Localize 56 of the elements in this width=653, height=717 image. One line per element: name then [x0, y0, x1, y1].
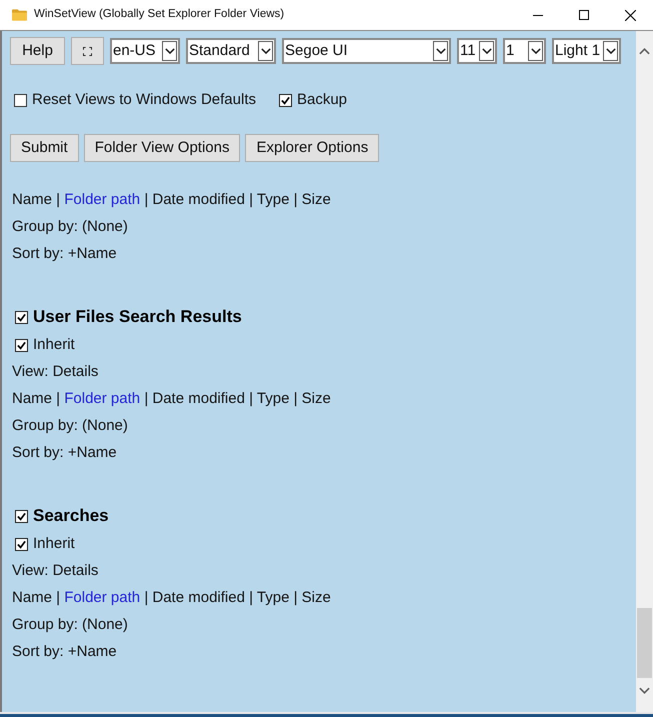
checkbox[interactable]: [15, 510, 28, 522]
checkbox-label: Inherit: [33, 335, 75, 356]
fullscreen-icon: [83, 46, 92, 56]
column-link[interactable]: Folder path: [64, 589, 140, 606]
checkbox[interactable]: [15, 339, 28, 352]
checkbox-label: Backup: [296, 90, 348, 110]
sort-by-setting: Sort by: +Name: [12, 642, 117, 662]
chevron-down-icon[interactable]: [530, 48, 540, 54]
chevron-down-icon[interactable]: [436, 48, 446, 54]
check-icon: [280, 96, 290, 104]
column-link[interactable]: Folder path: [64, 191, 140, 208]
group-by-setting: Group by: (None): [12, 416, 128, 436]
maximize-icon: [579, 10, 589, 20]
checkbox[interactable]: [278, 94, 292, 106]
column-list: Name | Folder path | Date modified | Type | Size: [12, 189, 331, 212]
chevron-down-icon[interactable]: [482, 48, 492, 54]
scrollbar-track[interactable]: [636, 31, 653, 712]
checkbox-label: Reset Views to Windows Defaults: [32, 90, 256, 110]
check-icon: [17, 540, 26, 549]
section-title: Searches: [33, 505, 109, 528]
checkbox[interactable]: [15, 538, 28, 551]
section-title: User Files Search Results: [33, 306, 242, 328]
dropdown[interactable]: Standard: [186, 38, 276, 64]
check-icon: [17, 512, 26, 520]
help-button[interactable]: Help: [10, 37, 65, 65]
chevron-down-icon[interactable]: [164, 48, 174, 54]
window-title: WinSetView (Globally Set Explorer Folder Views): [34, 7, 284, 22]
chevron-down-icon[interactable]: [260, 48, 270, 54]
close-icon: [624, 10, 636, 20]
folder-icon: [12, 9, 27, 21]
action-button[interactable]: Folder View Options: [84, 134, 240, 162]
action-button[interactable]: Submit: [10, 134, 79, 162]
column-list: Name | Folder path | Date modified | Type | Size: [12, 388, 331, 411]
column-list: Name | Folder path | Date modified | Type | Size: [12, 587, 331, 610]
group-by-setting: Group by: (None): [12, 615, 128, 636]
dropdown[interactable]: Segoe UI: [282, 38, 451, 64]
check-icon: [17, 341, 26, 350]
column-link[interactable]: Folder path: [64, 390, 140, 408]
chevron-down-icon[interactable]: [606, 48, 616, 54]
dropdown[interactable]: 11: [457, 38, 497, 64]
dropdown[interactable]: en-US: [110, 38, 180, 64]
checkbox[interactable]: [14, 94, 27, 106]
sort-by-setting: Sort by: +Name: [12, 244, 117, 264]
checkbox-label: Inherit: [33, 534, 75, 554]
action-button[interactable]: Explorer Options: [245, 134, 380, 162]
view-setting: View: Details: [12, 362, 98, 382]
sort-by-setting: Sort by: +Name: [12, 443, 117, 464]
chevron-up-icon[interactable]: [639, 48, 650, 54]
dropdown[interactable]: Light 1: [552, 38, 621, 64]
checkbox[interactable]: [15, 310, 28, 324]
dropdown[interactable]: 1: [503, 38, 546, 64]
check-icon: [17, 312, 26, 322]
view-setting: View: Details: [12, 561, 98, 582]
group-by-setting: Group by: (None): [12, 217, 128, 238]
minimize-icon: [533, 14, 543, 16]
scrollbar-thumb[interactable]: [637, 608, 652, 678]
